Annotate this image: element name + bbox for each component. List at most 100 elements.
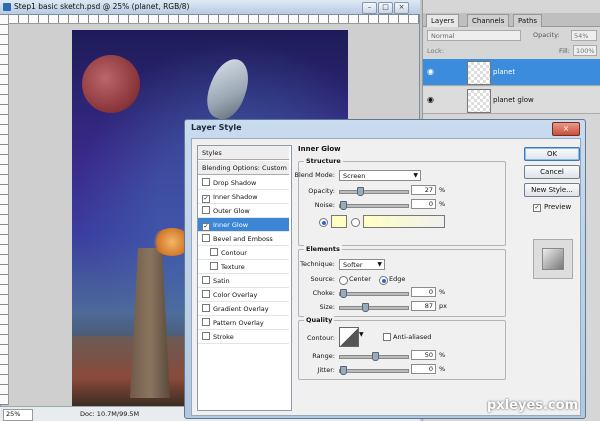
watermark: pxleyes.com bbox=[487, 398, 579, 413]
checkbox[interactable] bbox=[210, 248, 218, 256]
style-item-texture[interactable]: Texture bbox=[198, 260, 289, 274]
tab-channels[interactable]: Channels bbox=[467, 14, 510, 27]
layer-row[interactable]: ◉ planet glow bbox=[423, 87, 600, 114]
layer-style-dialog: Layer Style × Styles Blending Options: C… bbox=[184, 119, 586, 419]
checkbox[interactable] bbox=[202, 304, 210, 312]
opacity-slider[interactable] bbox=[339, 187, 409, 196]
style-item-gradient-overlay[interactable]: Gradient Overlay bbox=[198, 302, 289, 316]
style-item-drop-shadow[interactable]: Drop Shadow bbox=[198, 176, 289, 190]
checkbox-checked[interactable]: ✓ bbox=[202, 195, 210, 203]
cancel-button[interactable]: Cancel bbox=[524, 165, 580, 179]
technique-label: Technique: bbox=[300, 260, 335, 268]
px-unit: px bbox=[439, 302, 447, 310]
blend-mode-label: Blend Mode: bbox=[294, 171, 335, 179]
preview-checkbox[interactable]: ✓ bbox=[533, 204, 541, 212]
size-field[interactable]: 87 bbox=[411, 301, 436, 311]
chevron-down-icon[interactable]: ▼ bbox=[359, 331, 364, 338]
checkbox-checked[interactable]: ✓ bbox=[202, 223, 210, 231]
range-slider-knob[interactable] bbox=[371, 352, 379, 361]
percent-unit: % bbox=[439, 365, 446, 373]
close-button[interactable]: × bbox=[394, 2, 409, 14]
style-item-stroke[interactable]: Stroke bbox=[198, 330, 289, 344]
document-title: Step1 basic sketch.psd @ 25% (planet, RG… bbox=[14, 2, 190, 11]
choke-slider[interactable] bbox=[339, 289, 409, 298]
style-item-outer-glow[interactable]: Outer Glow bbox=[198, 204, 289, 218]
contour-picker[interactable] bbox=[339, 327, 359, 347]
percent-unit: % bbox=[439, 288, 446, 296]
dialog-body: Styles Blending Options: Custom Drop Sha… bbox=[191, 138, 581, 416]
preview-label: Preview bbox=[544, 203, 572, 211]
opacity-field[interactable]: 27 bbox=[411, 185, 436, 195]
checkbox[interactable] bbox=[202, 206, 210, 214]
checkbox[interactable] bbox=[202, 178, 210, 186]
layer-row[interactable]: ◉ planet bbox=[423, 59, 600, 86]
jitter-field[interactable]: 0 bbox=[411, 364, 436, 374]
range-field[interactable]: 50 bbox=[411, 350, 436, 360]
checkbox[interactable] bbox=[202, 318, 210, 326]
noise-field[interactable]: 0 bbox=[411, 199, 436, 209]
noise-label: Noise: bbox=[314, 201, 335, 209]
opacity-label: Opacity: bbox=[533, 31, 560, 39]
tab-paths[interactable]: Paths bbox=[513, 14, 543, 27]
opacity-slider-knob[interactable] bbox=[357, 187, 364, 196]
style-item-color-overlay[interactable]: Color Overlay bbox=[198, 288, 289, 302]
checkbox[interactable] bbox=[210, 262, 218, 270]
glow-color-swatch[interactable] bbox=[331, 215, 347, 228]
structure-legend: Structure bbox=[304, 157, 343, 165]
range-slider[interactable] bbox=[339, 352, 409, 361]
layer-name: planet bbox=[493, 68, 516, 76]
source-edge-radio[interactable] bbox=[379, 276, 388, 285]
tab-layers[interactable]: Layers bbox=[426, 14, 460, 27]
jitter-label: Jitter: bbox=[317, 366, 335, 374]
style-item-satin[interactable]: Satin bbox=[198, 274, 289, 288]
choke-slider-knob[interactable] bbox=[340, 289, 347, 298]
source-center-label: Center bbox=[349, 275, 371, 283]
dialog-close-button[interactable]: × bbox=[552, 122, 580, 136]
noise-slider[interactable] bbox=[339, 201, 409, 210]
contour-label: Contour: bbox=[306, 334, 335, 342]
layer-blend-mode-select[interactable]: Normal bbox=[427, 30, 521, 41]
style-item-inner-glow[interactable]: ✓ Inner Glow bbox=[198, 218, 289, 232]
eye-icon[interactable]: ◉ bbox=[427, 95, 437, 105]
checkbox[interactable] bbox=[202, 234, 210, 242]
styles-header[interactable]: Styles bbox=[198, 146, 289, 160]
style-item-bevel-emboss[interactable]: Bevel and Emboss bbox=[198, 232, 289, 246]
source-center-radio[interactable] bbox=[339, 276, 348, 285]
percent-unit: % bbox=[439, 186, 446, 194]
opacity-field[interactable]: 54% bbox=[571, 30, 597, 41]
checkbox[interactable] bbox=[202, 276, 210, 284]
section-title: Inner Glow bbox=[298, 145, 341, 153]
choke-field[interactable]: 0 bbox=[411, 287, 436, 297]
jitter-slider-knob[interactable] bbox=[340, 366, 347, 375]
vertical-ruler bbox=[0, 15, 9, 405]
maximize-button[interactable]: □ bbox=[378, 2, 393, 14]
layer-thumbnail bbox=[467, 89, 491, 113]
style-item-pattern-overlay[interactable]: Pattern Overlay bbox=[198, 316, 289, 330]
gradient-radio[interactable] bbox=[351, 218, 360, 227]
style-item-contour[interactable]: Contour bbox=[198, 246, 289, 260]
doc-size: Doc: 10.7M/99.5M bbox=[80, 410, 140, 418]
checkbox[interactable] bbox=[202, 290, 210, 298]
ok-button[interactable]: OK bbox=[524, 147, 580, 161]
size-slider[interactable] bbox=[339, 303, 409, 312]
document-title-bar[interactable]: Step1 basic sketch.psd @ 25% (planet, RG… bbox=[0, 0, 420, 15]
size-slider-knob[interactable] bbox=[362, 303, 370, 312]
color-radio[interactable] bbox=[319, 218, 328, 227]
choke-label: Choke: bbox=[312, 289, 335, 297]
jitter-slider[interactable] bbox=[339, 366, 409, 375]
minimize-button[interactable]: – bbox=[362, 2, 377, 14]
anti-aliased-checkbox[interactable] bbox=[383, 333, 391, 341]
eye-icon[interactable]: ◉ bbox=[427, 67, 437, 77]
quality-legend: Quality bbox=[304, 316, 335, 324]
new-style-button[interactable]: New Style... bbox=[524, 183, 580, 197]
elements-group: Elements Technique: Softer ▼ Source: Cent… bbox=[298, 245, 506, 317]
blending-options-item[interactable]: Blending Options: Custom bbox=[198, 161, 289, 175]
noise-slider-knob[interactable] bbox=[340, 201, 347, 210]
fill-field[interactable]: 100% bbox=[573, 45, 597, 56]
zoom-field[interactable]: 25% bbox=[3, 409, 33, 421]
technique-select[interactable]: Softer ▼ bbox=[339, 259, 385, 270]
checkbox[interactable] bbox=[202, 332, 210, 340]
style-item-inner-shadow[interactable]: ✓ Inner Shadow bbox=[198, 190, 289, 204]
glow-gradient-picker[interactable] bbox=[363, 215, 445, 228]
blend-mode-select[interactable]: Screen ▼ bbox=[339, 170, 421, 181]
